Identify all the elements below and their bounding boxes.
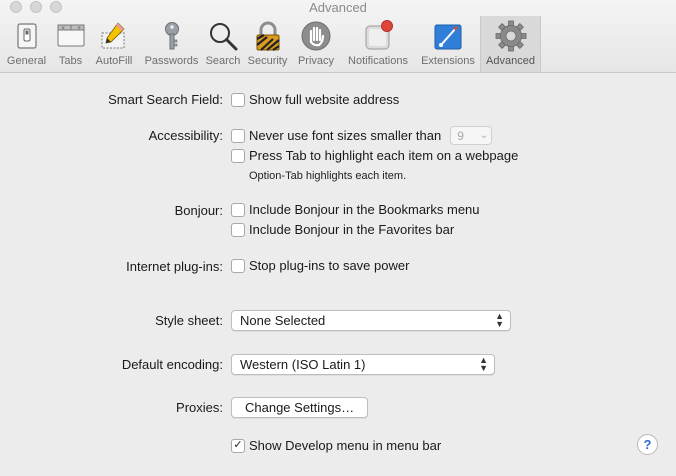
show-full-address-checkbox[interactable] [231,92,245,107]
stop-plugins-checkbox[interactable] [231,258,245,273]
lock-icon [255,21,280,51]
tab-autofill-label: AutoFill [95,55,133,67]
bonjour-bookmarks-checkbox[interactable] [231,202,245,217]
tab-advanced-label: Advanced [486,55,535,67]
style-sheet-row: Style sheet: None Selected ▲ ▼ [0,310,676,332]
tab-privacy[interactable]: Privacy [292,16,340,72]
proxies-row: Proxies: Change Settings… [0,397,676,419]
plugins-row: Internet plug-ins: Stop plug-ins to save… [0,257,676,275]
tab-search[interactable]: Search [203,16,243,72]
change-settings-button[interactable]: Change Settings… [231,397,369,418]
tabs-icon: × + [57,24,84,47]
accessibility-row: Accessibility: Never use font sizes smal… [0,126,676,186]
general-icon [16,23,37,49]
min-font-text: Never use font sizes smaller than [249,128,442,143]
bonjour-bookmarks-text: Include Bonjour in the Bookmarks menu [249,202,480,217]
style-sheet-select[interactable]: None Selected ▲ ▼ [231,310,511,331]
tab-notifications[interactable]: Notifications [340,16,416,72]
preference-tabs: General × + Tabs AutoFill Passwords Sear… [0,16,541,72]
press-tab-checkbox[interactable] [231,148,245,163]
show-develop-text: Show Develop menu in menu bar [249,438,442,453]
show-develop-option[interactable]: ✓ Show Develop menu in menu bar [231,438,441,453]
press-tab-text: Press Tab to highlight each item on a we… [249,148,519,163]
stop-plugins-text: Stop plug-ins to save power [249,258,410,273]
min-font-option[interactable]: Never use font sizes smaller than 9 ⌄ [231,126,493,145]
tab-passwords[interactable]: Passwords [140,16,203,72]
encoding-row: Default encoding: Western (ISO Latin 1) … [0,354,676,376]
svg-text:+: + [77,26,81,32]
search-icon [210,23,238,51]
notifications-icon [365,20,393,50]
bonjour-favorites-text: Include Bonjour in the Favorites bar [249,222,455,237]
tab-notifications-label: Notifications [348,55,408,67]
bonjour-row: Bonjour: Include Bonjour in the Bookmark… [0,201,676,241]
encoding-container: Western (ISO Latin 1) ▲ ▼ [231,354,495,375]
style-sheet-value: None Selected [240,313,326,328]
hand-icon [301,21,331,51]
develop-row: ✓ Show Develop menu in menu bar [0,437,676,455]
show-full-address-text: Show full website address [249,92,400,107]
tab-general[interactable]: General [0,16,53,72]
gear-icon [495,20,526,52]
chevron-down-icon: ⌄ [479,130,489,141]
tab-tabs[interactable]: × + Tabs [53,16,88,72]
smart-search-label: Smart Search Field: [108,92,223,107]
autofill-icon [101,22,125,49]
encoding-select[interactable]: Western (ISO Latin 1) ▲ ▼ [231,354,495,375]
style-sheet-container: None Selected ▲ ▼ [231,310,511,331]
accessibility-label: Accessibility: [148,128,223,143]
window-title: Advanced [309,0,367,15]
option-tab-hint: Option-Tab highlights each item. [249,170,407,182]
encoding-label: Default encoding: [121,357,223,372]
bonjour-favorites-option[interactable]: Include Bonjour in the Favorites bar [231,222,454,237]
tab-extensions[interactable]: Extensions [416,16,480,72]
proxies-container: Change Settings… [231,397,369,418]
encoding-value: Western (ISO Latin 1) [240,357,366,372]
toolbar: Advanced General × + Tabs AutoFill Passw… [0,0,676,73]
popup-arrows-icon: ▲ ▼ [495,311,504,329]
tab-extensions-label: Extensions [421,55,475,67]
extensions-icon [434,24,462,50]
svg-text:×: × [61,26,65,32]
min-font-size-select[interactable]: 9 ⌄ [450,126,493,145]
tab-privacy-label: Privacy [297,55,335,67]
help-button[interactable]: ? [637,434,658,455]
tab-general-label: General [6,55,47,67]
tab-security-label: Security [247,55,288,67]
show-develop-checkbox[interactable]: ✓ [231,438,245,453]
tab-security[interactable]: Security [243,16,292,72]
press-tab-option[interactable]: Press Tab to highlight each item on a we… [231,148,518,163]
popup-arrows-icon: ▲ ▼ [479,355,488,373]
preferences-window: Advanced General × + Tabs AutoFill Passw… [0,0,676,476]
tab-search-label: Search [205,55,241,67]
min-font-checkbox[interactable] [231,128,245,143]
bonjour-favorites-checkbox[interactable] [231,222,245,237]
tab-passwords-label: Passwords [144,55,199,67]
plugins-label: Internet plug-ins: [126,259,223,274]
tab-tabs-label: Tabs [58,55,83,67]
show-full-address-option[interactable]: Show full website address [231,92,399,107]
stop-plugins-option[interactable]: Stop plug-ins to save power [231,258,409,273]
key-icon [164,22,179,50]
tab-advanced[interactable]: Advanced [480,16,541,72]
min-font-size-value: 9 [457,128,464,143]
bonjour-label: Bonjour: [174,203,223,218]
smart-search-row: Smart Search Field: Show full website ad… [0,91,676,109]
tab-autofill[interactable]: AutoFill [88,16,140,72]
proxies-label: Proxies: [176,400,223,415]
style-sheet-label: Style sheet: [155,313,223,328]
bonjour-bookmarks-option[interactable]: Include Bonjour in the Bookmarks menu [231,202,480,217]
